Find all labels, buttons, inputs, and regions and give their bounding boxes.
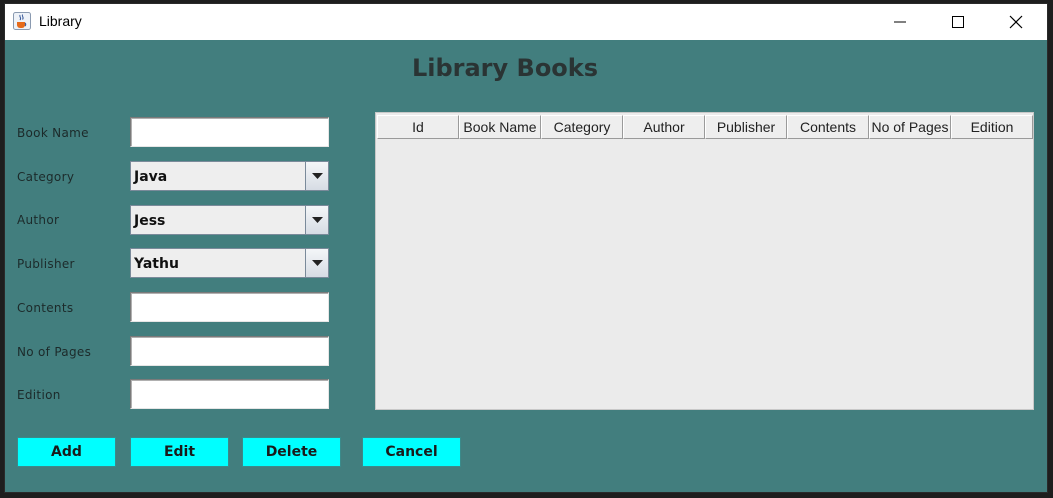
category-label: Category	[17, 170, 75, 184]
column-header-publisher[interactable]: Publisher	[705, 115, 787, 139]
column-header-no-of-pages[interactable]: No of Pages	[869, 115, 951, 139]
column-header-category[interactable]: Category	[541, 115, 623, 139]
author-label: Author	[17, 213, 60, 227]
delete-button[interactable]: Delete	[242, 437, 341, 467]
no-of-pages-field[interactable]	[130, 336, 329, 366]
close-button[interactable]	[987, 4, 1045, 40]
title-bar[interactable]: Library	[5, 4, 1047, 40]
book-name-field[interactable]	[130, 117, 329, 147]
category-combo[interactable]: Java	[130, 161, 329, 191]
column-header-book-name[interactable]: Book Name	[459, 115, 541, 139]
author-combo[interactable]: Jess	[130, 205, 329, 235]
java-cup-icon	[13, 12, 31, 30]
category-dropdown-button[interactable]	[305, 162, 328, 190]
content-panel: Library Books Book Name Category Java Au…	[5, 40, 1047, 492]
publisher-selected-value: Yathu	[134, 256, 179, 272]
column-header-contents[interactable]: Contents	[787, 115, 869, 139]
library-window: Library Library Books Book Name Category…	[4, 3, 1048, 493]
add-button[interactable]: Add	[17, 437, 116, 467]
table-header: Id Book Name Category Author Publisher C…	[377, 115, 1033, 139]
contents-label: Contents	[17, 301, 74, 315]
column-header-author[interactable]: Author	[623, 115, 705, 139]
minimize-icon	[894, 21, 906, 23]
author-dropdown-button[interactable]	[305, 206, 328, 234]
publisher-combo[interactable]: Yathu	[130, 248, 329, 278]
chevron-down-icon	[311, 260, 323, 266]
window-title: Library	[39, 13, 82, 29]
chevron-down-icon	[311, 173, 323, 179]
books-table[interactable]: Id Book Name Category Author Publisher C…	[375, 112, 1034, 410]
page-title: Library Books	[411, 54, 599, 82]
edit-button[interactable]: Edit	[130, 437, 229, 467]
close-icon	[1009, 15, 1023, 29]
column-header-id[interactable]: Id	[377, 115, 459, 139]
maximize-icon	[952, 16, 964, 28]
edition-field[interactable]	[130, 379, 329, 409]
edition-label: Edition	[17, 388, 61, 402]
minimize-button[interactable]	[871, 4, 929, 40]
no-of-pages-label: No of Pages	[17, 345, 92, 359]
book-name-label: Book Name	[17, 126, 89, 140]
category-selected-value: Java	[134, 169, 168, 185]
cancel-button[interactable]: Cancel	[362, 437, 461, 467]
column-header-edition[interactable]: Edition	[951, 115, 1033, 139]
publisher-label: Publisher	[17, 257, 75, 271]
chevron-down-icon	[311, 217, 323, 223]
contents-field[interactable]	[130, 292, 329, 322]
publisher-dropdown-button[interactable]	[305, 249, 328, 277]
author-selected-value: Jess	[134, 213, 166, 229]
maximize-button[interactable]	[929, 4, 987, 40]
